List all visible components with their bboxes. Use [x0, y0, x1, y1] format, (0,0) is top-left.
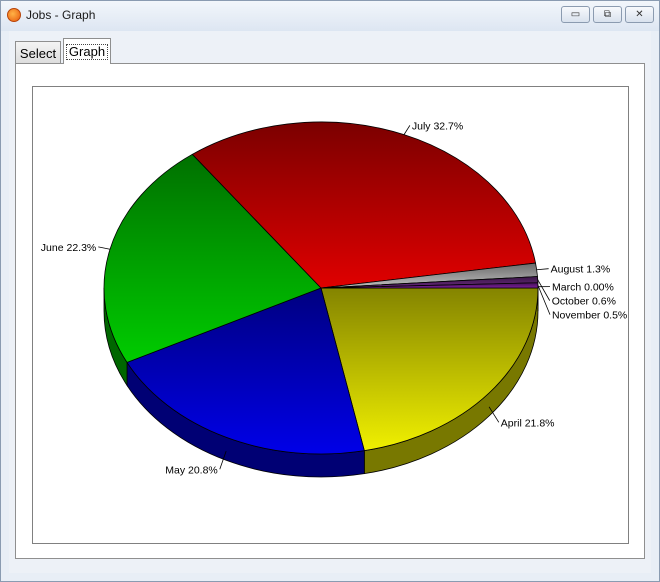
pie-chart: March 0.00% April 21.8% May 20.8% June 22.3… [41, 120, 627, 478]
restore-button[interactable]: ⧉ [593, 6, 622, 23]
slice-label-august: August 1.3% [551, 264, 611, 276]
slice-label-may: May 20.8% [165, 464, 218, 476]
restore-icon: ⧉ [603, 9, 612, 20]
close-button[interactable]: ✕ [625, 6, 654, 23]
minimize-icon: ▭ [570, 9, 581, 20]
title-bar[interactable]: Jobs - Graph ▭ ⧉ ✕ [1, 1, 659, 31]
window-title: Jobs - Graph [26, 8, 96, 22]
leader-line-july [403, 125, 411, 135]
slice-label-june: June 22.3% [41, 242, 96, 254]
graph-tab-panel: March 0.00% April 21.8% May 20.8% June 22.3… [15, 63, 645, 559]
window-content: Select Graph March 0.00% April 21.8% May 2… [9, 31, 651, 573]
app-icon [7, 8, 21, 22]
tab-select-label: Select [19, 45, 57, 61]
tab-select[interactable]: Select [15, 41, 61, 64]
leader-line-august [536, 268, 549, 271]
pie-top-layer [103, 121, 539, 455]
slice-label-april: April 21.8% [501, 417, 555, 429]
leader-line-june [98, 246, 111, 250]
slice-label-july: July 32.7% [412, 120, 463, 132]
tab-graph[interactable]: Graph [63, 38, 111, 64]
tab-graph-label: Graph [65, 43, 109, 60]
slice-label-march: March 0.00% [552, 282, 614, 294]
minimize-button[interactable]: ▭ [561, 6, 590, 23]
jobs-graph-window: Jobs - Graph ▭ ⧉ ✕ Select Graph March 0.… [0, 0, 660, 582]
slice-label-october: October 0.6% [552, 296, 616, 308]
close-icon: ✕ [635, 9, 644, 20]
slice-label-november: November 0.5% [552, 310, 627, 322]
chart-frame: March 0.00% April 21.8% May 20.8% June 22.3… [32, 86, 629, 544]
